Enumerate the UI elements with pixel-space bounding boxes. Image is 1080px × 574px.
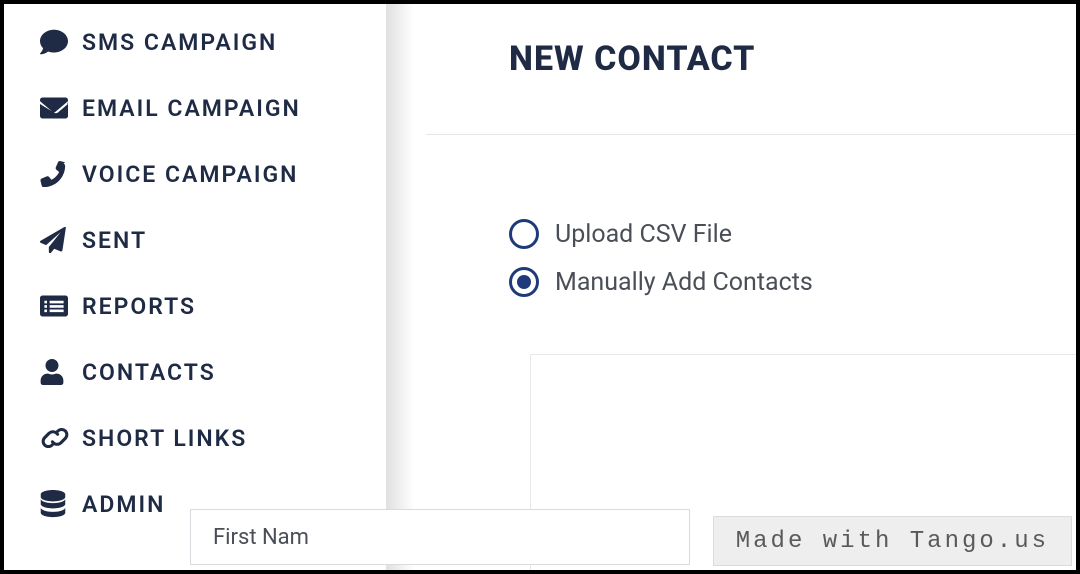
sidebar-item-contacts[interactable]: CONTACTS: [4, 339, 386, 405]
sidebar-item-email-campaign[interactable]: EMAIL CAMPAIGN: [4, 75, 386, 141]
sidebar: SMS CAMPAIGN EMAIL CAMPAIGN VOICE CAMPAI…: [4, 4, 386, 570]
sidebar-item-voice-campaign[interactable]: VOICE CAMPAIGN: [4, 141, 386, 207]
user-icon: [40, 355, 74, 389]
sidebar-item-label: CONTACTS: [82, 359, 216, 386]
tango-watermark: Made with Tango.us: [713, 516, 1072, 566]
radio-label: Upload CSV File: [555, 220, 732, 249]
app-window: SMS CAMPAIGN EMAIL CAMPAIGN VOICE CAMPAI…: [0, 0, 1080, 574]
radio-selected-dot: [517, 275, 531, 289]
sidebar-item-label: SMS CAMPAIGN: [82, 29, 277, 56]
paper-plane-icon: [40, 223, 74, 257]
link-icon: [40, 421, 74, 455]
import-mode-radio-group: Upload CSV File Manually Add Contacts: [509, 219, 813, 315]
sidebar-item-short-links[interactable]: SHORT LINKS: [4, 405, 386, 471]
sidebar-item-label: VOICE CAMPAIGN: [82, 161, 298, 188]
sidebar-item-sms-campaign[interactable]: SMS CAMPAIGN: [4, 9, 386, 75]
sidebar-item-label: REPORTS: [82, 293, 196, 320]
sidebar-item-label: EMAIL CAMPAIGN: [82, 95, 301, 122]
radio-manually-add[interactable]: Manually Add Contacts: [509, 267, 813, 297]
list-alt-icon: [40, 289, 74, 323]
divider: [426, 134, 1076, 135]
sidebar-item-label: SHORT LINKS: [82, 425, 247, 452]
page-title: NEW CONTACT: [509, 39, 755, 79]
envelope-icon: [40, 91, 74, 125]
sidebar-item-reports[interactable]: REPORTS: [4, 273, 386, 339]
first-name-field[interactable]: First Nam: [190, 509, 690, 565]
database-icon: [40, 487, 74, 521]
radio-icon: [509, 219, 539, 249]
sidebar-item-label: ADMIN: [82, 491, 165, 518]
comment-icon: [40, 25, 74, 59]
phone-icon: [40, 157, 74, 191]
sidebar-item-label: SENT: [82, 227, 147, 254]
radio-icon: [509, 267, 539, 297]
radio-upload-csv[interactable]: Upload CSV File: [509, 219, 813, 249]
radio-label: Manually Add Contacts: [555, 268, 813, 297]
main-content: NEW CONTACT Upload CSV File Manually Add…: [414, 4, 1076, 570]
sidebar-item-sent[interactable]: SENT: [4, 207, 386, 273]
watermark-text: Made with Tango.us: [736, 528, 1049, 555]
first-name-placeholder: First Nam: [213, 525, 309, 550]
sidebar-shadow: [386, 4, 414, 570]
